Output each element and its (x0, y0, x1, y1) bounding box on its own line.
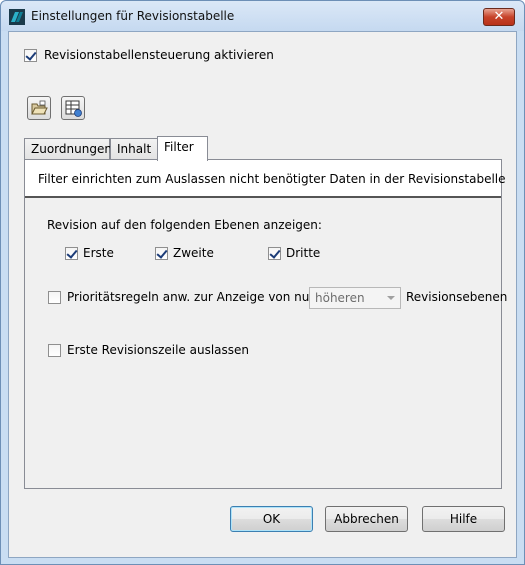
table-settings-icon (65, 100, 82, 117)
filter-description: Filter einrichten zum Auslassen nicht be… (38, 172, 506, 186)
skip-first-revision-checkbox[interactable] (48, 344, 61, 357)
level-dritte-label: Dritte (286, 246, 321, 260)
priority-rules-label: Prioritätsregeln anw. zur Anzeige von nu… (67, 290, 315, 304)
priority-rules-checkbox[interactable] (48, 291, 61, 304)
close-button[interactable]: ✕ (483, 8, 515, 26)
title-bar[interactable]: Einstellungen für Revisionstabelle ✕ (1, 1, 524, 31)
open-folder-icon (31, 100, 48, 115)
levels-heading: Revision auf den folgenden Ebenen anzeig… (47, 218, 322, 232)
ok-button[interactable]: OK (230, 506, 313, 532)
level-erste-checkbox[interactable] (65, 247, 78, 260)
autodesk-logo-icon (9, 9, 25, 25)
panel-header: Filter einrichten zum Auslassen nicht be… (25, 160, 506, 198)
level-dritte-checkbox[interactable] (268, 247, 281, 260)
level-erste-label: Erste (83, 246, 114, 260)
level-zweite-checkbox[interactable] (155, 247, 168, 260)
filter-tab-panel: Filter einrichten zum Auslassen nicht be… (24, 159, 507, 489)
tab-inhalt[interactable]: Inhalt (110, 138, 158, 159)
priority-level-dropdown[interactable]: höheren (309, 287, 401, 309)
enable-revision-control-checkbox[interactable] (24, 49, 37, 62)
window-title: Einstellungen für Revisionstabelle (31, 9, 235, 23)
dialog-window: Einstellungen für Revisionstabelle ✕ Rev… (0, 0, 525, 565)
enable-revision-control-label: Revisionstabellensteuerung aktivieren (44, 48, 274, 62)
priority-level-value: höheren (315, 291, 365, 305)
table-settings-button[interactable] (61, 96, 85, 120)
chevron-down-icon (387, 296, 395, 300)
tab-zuordnungen[interactable]: Zuordnungen (24, 138, 112, 159)
level-zweite-label: Zweite (173, 246, 214, 260)
open-folder-button[interactable] (27, 96, 51, 120)
tab-filter[interactable]: Filter (157, 136, 208, 161)
skip-first-revision-label: Erste Revisionszeile auslassen (67, 343, 250, 357)
cancel-button[interactable]: Abbrechen (325, 506, 408, 532)
help-button[interactable]: Hilfe (422, 506, 505, 532)
revision-levels-suffix: Revisionsebenen (406, 290, 508, 304)
dialog-client-area: Revisionstabellensteuerung aktivieren Zu… (8, 31, 517, 558)
